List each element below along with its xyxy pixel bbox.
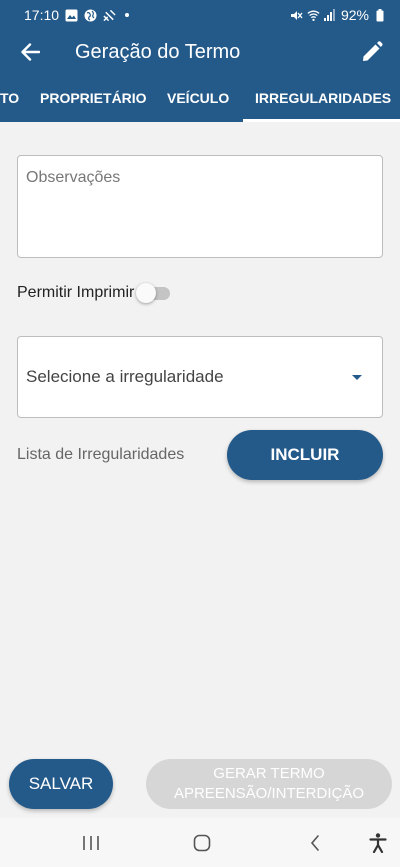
battery-icon xyxy=(373,8,386,22)
caret-down-icon xyxy=(352,375,362,380)
battery-percent: 92% xyxy=(340,7,369,23)
home-icon xyxy=(193,834,211,852)
wifi-icon xyxy=(307,9,320,22)
tab-indicator xyxy=(243,119,400,122)
back-icon xyxy=(310,835,319,851)
permitir-imprimir-label: Permitir Imprimir xyxy=(17,284,135,301)
gallery-icon xyxy=(65,9,78,22)
system-nav-bar xyxy=(0,818,400,867)
gerar-termo-line2: APREENSÃO/INTERDIÇÃO xyxy=(173,785,365,802)
status-bar: 17:10 92% xyxy=(0,0,400,30)
signal-icon xyxy=(324,9,337,22)
tab-veiculo[interactable]: VEÍCULO xyxy=(167,74,229,122)
mute-icon xyxy=(290,9,303,22)
tab-irregularidades[interactable]: IRREGULARIDADES xyxy=(255,74,391,122)
edit-button[interactable] xyxy=(358,38,386,66)
pencil-icon xyxy=(363,41,383,61)
back-button[interactable] xyxy=(0,30,60,74)
toggle-knob xyxy=(136,283,157,303)
system-back-button[interactable] xyxy=(302,830,328,856)
permitir-imprimir-toggle[interactable] xyxy=(136,282,172,304)
observacoes-field xyxy=(17,155,383,258)
recent-apps-icon xyxy=(83,836,99,850)
tab-bar: TO PROPRIETÁRIO VEÍCULO IRREGULARIDADES xyxy=(0,74,400,122)
salvar-button[interactable]: SALVAR xyxy=(9,759,113,809)
accessibility-button[interactable] xyxy=(365,830,391,856)
tab-proprietario[interactable]: PROPRIETÁRIO xyxy=(40,74,147,122)
home-button[interactable] xyxy=(189,830,215,856)
status-time: 17:10 xyxy=(24,7,60,23)
gerar-termo-button[interactable]: GERAR TERMO APREENSÃO/INTERDIÇÃO xyxy=(146,759,392,809)
app-bar: Geração do Termo xyxy=(0,30,400,74)
globe-icon xyxy=(84,9,97,22)
incluir-button[interactable]: INCLUIR xyxy=(227,430,383,480)
satellite-icon xyxy=(103,9,116,22)
lista-irregularidades-label: Lista de Irregularidades xyxy=(17,446,185,463)
irregularidade-select-value: Selecione a irregularidade xyxy=(26,367,224,386)
page-title: Geração do Termo xyxy=(75,40,241,63)
observacoes-input[interactable] xyxy=(18,156,382,257)
recent-apps-button[interactable] xyxy=(78,830,104,856)
permitir-imprimir-row: Permitir Imprimir xyxy=(17,282,172,304)
notification-dot xyxy=(125,13,130,17)
arrow-left-icon xyxy=(21,43,40,61)
tab-partial[interactable]: TO xyxy=(0,74,19,122)
irregularidade-select[interactable]: Selecione a irregularidade xyxy=(17,336,383,418)
accessibility-icon xyxy=(369,833,387,853)
gerar-termo-line1: GERAR TERMO xyxy=(213,765,325,782)
